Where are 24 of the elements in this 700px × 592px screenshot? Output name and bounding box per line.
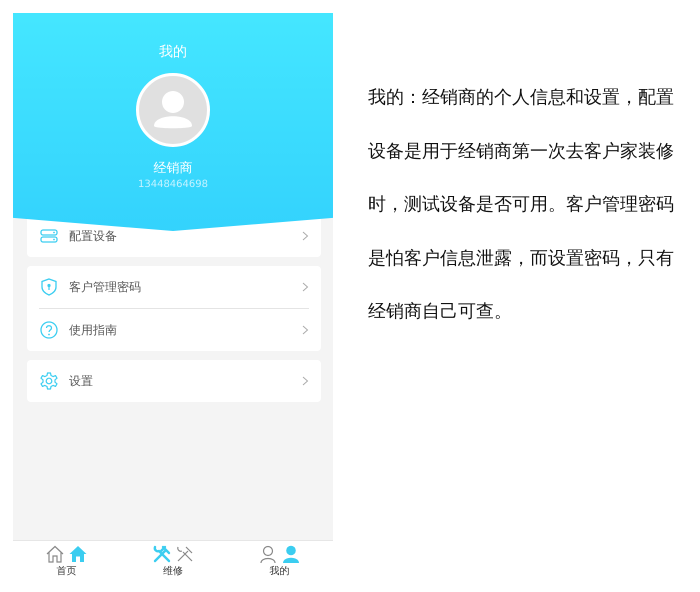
menu-item[interactable]: 客户管理密码 <box>69 278 292 296</box>
help-icon <box>39 320 59 340</box>
menu-item[interactable]: 配置设备 <box>69 228 292 244</box>
user-name: 经销商 <box>154 160 192 177</box>
chevron-icon <box>302 325 309 335</box>
description-text: 我的：经销商的个人信息和设置，配置设备是用于经销商第一次去客户家装修时，测试设备是否可用。客户管理密码是怕客户信息泄露，而设置密码，只有经销商自己可查。 <box>368 86 675 324</box>
settings-icon <box>39 371 59 391</box>
tools-outline-icon <box>174 544 194 564</box>
chevron-icon <box>302 231 309 241</box>
tab[interactable]: 维修 <box>120 541 226 582</box>
shield-lock-icon <box>39 277 59 297</box>
home-outline-icon <box>44 544 65 564</box>
chevron-icon <box>302 376 309 386</box>
menu-item[interactable]: 设置 <box>69 372 292 390</box>
person-outline-icon <box>258 544 278 564</box>
tab[interactable]: 我的 <box>226 541 334 582</box>
chevron-icon <box>302 282 309 292</box>
phone-number: 13448464698 <box>138 179 208 190</box>
home-icon <box>68 544 88 564</box>
menu-item[interactable]: 使用指南 <box>69 322 292 338</box>
tools-icon <box>152 544 172 564</box>
person-icon <box>281 544 302 564</box>
page-title: 我的 <box>159 43 187 61</box>
tab[interactable]: 首页 <box>13 541 120 582</box>
